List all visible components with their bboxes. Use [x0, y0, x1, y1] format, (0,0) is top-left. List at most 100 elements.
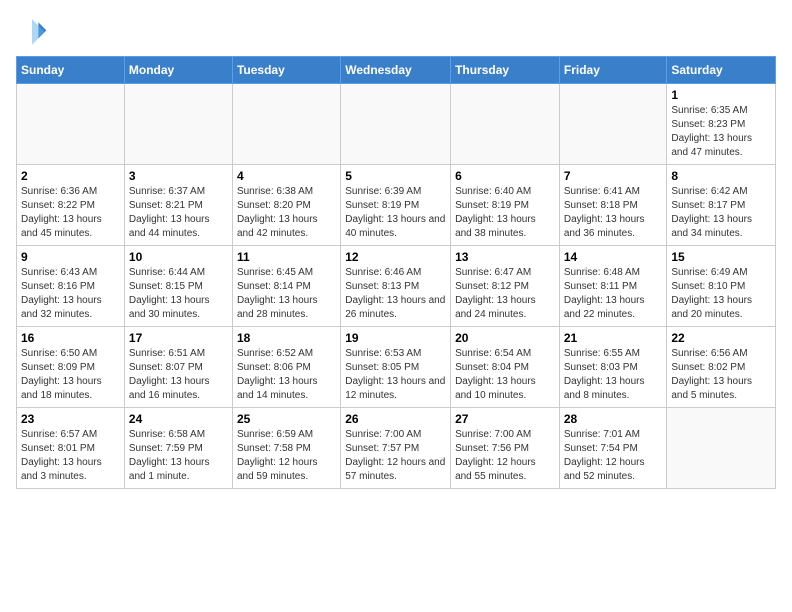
calendar-table: SundayMondayTuesdayWednesdayThursdayFrid… [16, 56, 776, 489]
day-number: 19 [345, 331, 446, 345]
day-number: 15 [671, 250, 771, 264]
day-cell: 15Sunrise: 6:49 AM Sunset: 8:10 PM Dayli… [667, 246, 776, 327]
day-info: Sunrise: 6:43 AM Sunset: 8:16 PM Dayligh… [21, 266, 120, 322]
day-info: Sunrise: 6:53 AM Sunset: 8:05 PM Dayligh… [345, 347, 446, 403]
day-info: Sunrise: 6:47 AM Sunset: 8:12 PM Dayligh… [455, 266, 555, 322]
day-number: 24 [129, 412, 228, 426]
day-number: 20 [455, 331, 555, 345]
day-cell [451, 84, 560, 165]
day-info: Sunrise: 6:57 AM Sunset: 8:01 PM Dayligh… [21, 428, 120, 484]
day-number: 9 [21, 250, 120, 264]
day-info: Sunrise: 6:45 AM Sunset: 8:14 PM Dayligh… [237, 266, 336, 322]
day-number: 21 [564, 331, 663, 345]
day-info: Sunrise: 6:41 AM Sunset: 8:18 PM Dayligh… [564, 185, 663, 241]
day-number: 17 [129, 331, 228, 345]
day-number: 28 [564, 412, 663, 426]
day-cell: 23 Sunrise: 6:57 AM Sunset: 8:01 PM Dayli… [17, 408, 125, 489]
day-cell: 26 Sunrise: 7:00 AM Sunset: 7:57 PM Dayli… [341, 408, 451, 489]
day-info: Sunrise: 7:00 AM Sunset: 7:56 PM Dayligh… [455, 428, 555, 484]
day-number: 2 [21, 169, 120, 183]
day-number: 10 [129, 250, 228, 264]
page-header [16, 16, 776, 48]
day-info: Sunrise: 6:39 AM Sunset: 8:19 PM Dayligh… [345, 185, 446, 241]
day-info: Sunrise: 6:59 AM Sunset: 7:58 PM Dayligh… [237, 428, 336, 484]
header-cell-monday: Monday [124, 57, 232, 84]
day-number: 4 [237, 169, 336, 183]
day-cell: 3 Sunrise: 6:37 AM Sunset: 8:21 PM Daylig… [124, 165, 232, 246]
header-cell-tuesday: Tuesday [232, 57, 340, 84]
day-number: 16 [21, 331, 120, 345]
day-cell: 17 Sunrise: 6:51 AM Sunset: 8:07 PM Dayli… [124, 327, 232, 408]
day-number: 8 [671, 169, 771, 183]
day-number: 1 [671, 88, 771, 102]
day-cell: 16 Sunrise: 6:50 AM Sunset: 8:09 PM Dayli… [17, 327, 125, 408]
day-number: 23 [21, 412, 120, 426]
day-cell: 24 Sunrise: 6:58 AM Sunset: 7:59 PM Dayli… [124, 408, 232, 489]
day-number: 14 [564, 250, 663, 264]
day-number: 18 [237, 331, 336, 345]
day-number: 6 [455, 169, 555, 183]
day-number: 22 [671, 331, 771, 345]
day-cell: 7 Sunrise: 6:41 AM Sunset: 8:18 PM Daylig… [559, 165, 667, 246]
day-info: Sunrise: 6:40 AM Sunset: 8:19 PM Dayligh… [455, 185, 555, 241]
day-number: 3 [129, 169, 228, 183]
day-cell: 19 Sunrise: 6:53 AM Sunset: 8:05 PM Dayli… [341, 327, 451, 408]
day-cell [17, 84, 125, 165]
logo [16, 16, 52, 48]
day-cell [667, 408, 776, 489]
day-cell [232, 84, 340, 165]
day-info: Sunrise: 6:51 AM Sunset: 8:07 PM Dayligh… [129, 347, 228, 403]
day-cell: 1 Sunrise: 6:35 AM Sunset: 8:23 PM Daylig… [667, 84, 776, 165]
week-row-4: 16 Sunrise: 6:50 AM Sunset: 8:09 PM Dayli… [17, 327, 776, 408]
header-cell-sunday: Sunday [17, 57, 125, 84]
day-cell: 22 Sunrise: 6:56 AM Sunset: 8:02 PM Dayli… [667, 327, 776, 408]
header-cell-friday: Friday [559, 57, 667, 84]
day-info: Sunrise: 6:44 AM Sunset: 8:15 PM Dayligh… [129, 266, 228, 322]
day-number: 7 [564, 169, 663, 183]
day-cell: 2 Sunrise: 6:36 AM Sunset: 8:22 PM Daylig… [17, 165, 125, 246]
header-cell-wednesday: Wednesday [341, 57, 451, 84]
day-info: Sunrise: 6:46 AM Sunset: 8:13 PM Dayligh… [345, 266, 446, 322]
day-info: Sunrise: 6:54 AM Sunset: 8:04 PM Dayligh… [455, 347, 555, 403]
week-row-1: 1 Sunrise: 6:35 AM Sunset: 8:23 PM Daylig… [17, 84, 776, 165]
day-info: Sunrise: 6:42 AM Sunset: 8:17 PM Dayligh… [671, 185, 771, 241]
day-number: 25 [237, 412, 336, 426]
day-info: Sunrise: 7:00 AM Sunset: 7:57 PM Dayligh… [345, 428, 446, 484]
day-number: 13 [455, 250, 555, 264]
day-cell: 9 Sunrise: 6:43 AM Sunset: 8:16 PM Daylig… [17, 246, 125, 327]
day-cell [559, 84, 667, 165]
day-cell: 10 Sunrise: 6:44 AM Sunset: 8:15 PM Dayli… [124, 246, 232, 327]
header-row: SundayMondayTuesdayWednesdayThursdayFrid… [17, 57, 776, 84]
day-info: Sunrise: 6:52 AM Sunset: 8:06 PM Dayligh… [237, 347, 336, 403]
day-cell: 4 Sunrise: 6:38 AM Sunset: 8:20 PM Daylig… [232, 165, 340, 246]
day-cell: 11 Sunrise: 6:45 AM Sunset: 8:14 PM Dayli… [232, 246, 340, 327]
header-cell-thursday: Thursday [451, 57, 560, 84]
day-info: Sunrise: 6:37 AM Sunset: 8:21 PM Dayligh… [129, 185, 228, 241]
day-cell: 21Sunrise: 6:55 AM Sunset: 8:03 PM Dayli… [559, 327, 667, 408]
day-cell: 27Sunrise: 7:00 AM Sunset: 7:56 PM Dayli… [451, 408, 560, 489]
day-info: Sunrise: 6:50 AM Sunset: 8:09 PM Dayligh… [21, 347, 120, 403]
day-info: Sunrise: 6:36 AM Sunset: 8:22 PM Dayligh… [21, 185, 120, 241]
logo-icon [16, 16, 48, 48]
day-number: 11 [237, 250, 336, 264]
day-cell: 12Sunrise: 6:46 AM Sunset: 8:13 PM Dayli… [341, 246, 451, 327]
day-info: Sunrise: 6:38 AM Sunset: 8:20 PM Dayligh… [237, 185, 336, 241]
day-number: 26 [345, 412, 446, 426]
day-cell: 13 Sunrise: 6:47 AM Sunset: 8:12 PM Dayli… [451, 246, 560, 327]
week-row-3: 9 Sunrise: 6:43 AM Sunset: 8:16 PM Daylig… [17, 246, 776, 327]
day-cell: 14Sunrise: 6:48 AM Sunset: 8:11 PM Dayli… [559, 246, 667, 327]
day-cell: 28 Sunrise: 7:01 AM Sunset: 7:54 PM Dayli… [559, 408, 667, 489]
day-number: 5 [345, 169, 446, 183]
day-cell [124, 84, 232, 165]
day-cell: 18 Sunrise: 6:52 AM Sunset: 8:06 PM Dayli… [232, 327, 340, 408]
day-cell: 8 Sunrise: 6:42 AM Sunset: 8:17 PM Daylig… [667, 165, 776, 246]
header-cell-saturday: Saturday [667, 57, 776, 84]
day-info: Sunrise: 6:58 AM Sunset: 7:59 PM Dayligh… [129, 428, 228, 484]
day-cell: 5 Sunrise: 6:39 AM Sunset: 8:19 PM Daylig… [341, 165, 451, 246]
day-cell: 20 Sunrise: 6:54 AM Sunset: 8:04 PM Dayli… [451, 327, 560, 408]
day-info: Sunrise: 6:35 AM Sunset: 8:23 PM Dayligh… [671, 104, 771, 160]
week-row-2: 2 Sunrise: 6:36 AM Sunset: 8:22 PM Daylig… [17, 165, 776, 246]
week-row-5: 23 Sunrise: 6:57 AM Sunset: 8:01 PM Dayli… [17, 408, 776, 489]
day-info: Sunrise: 6:56 AM Sunset: 8:02 PM Dayligh… [671, 347, 771, 403]
day-info: Sunrise: 7:01 AM Sunset: 7:54 PM Dayligh… [564, 428, 663, 484]
